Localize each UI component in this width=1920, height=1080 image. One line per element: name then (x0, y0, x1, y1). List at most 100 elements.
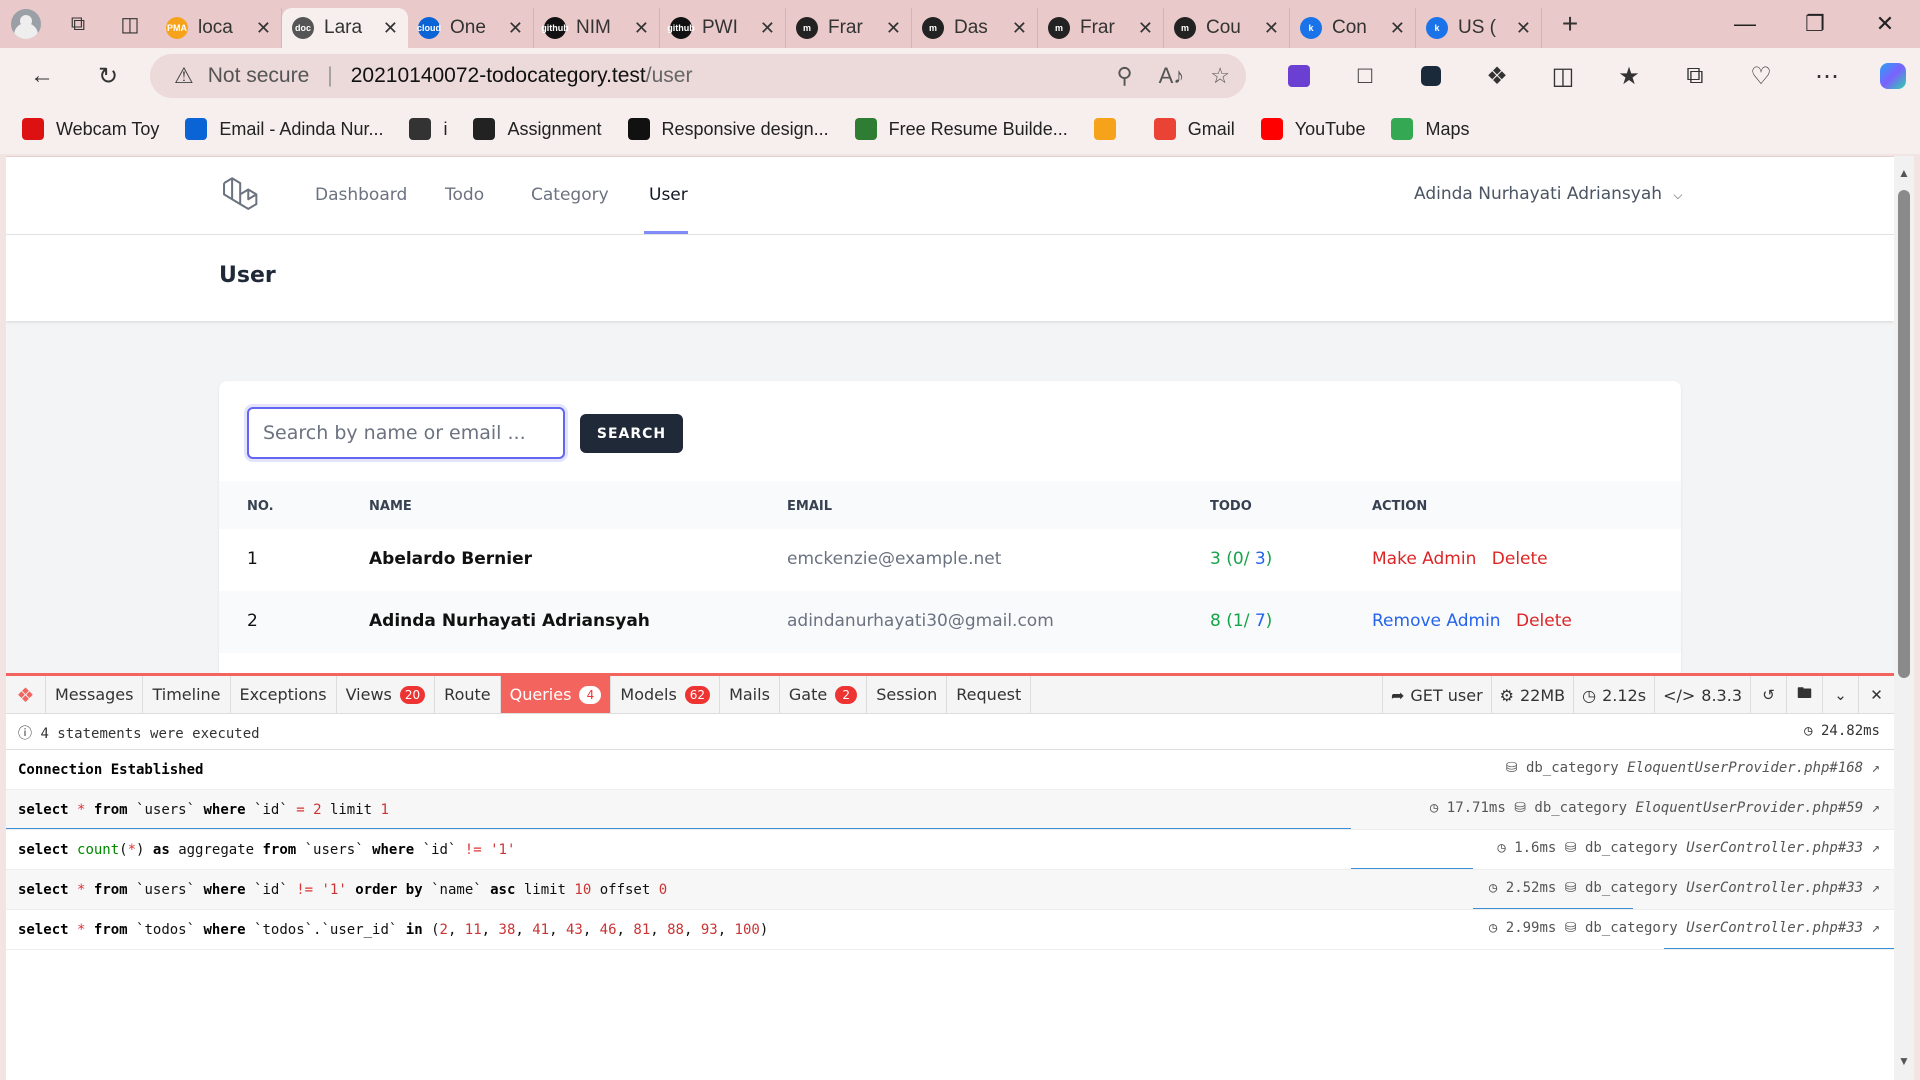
read-aloud-icon[interactable]: A♪ (1159, 63, 1185, 89)
debugbar-logo-icon[interactable]: ❖ (6, 676, 46, 713)
query-row[interactable]: select count(*) as aggregate from `users… (6, 830, 1894, 870)
remove-admin-link[interactable]: Remove Admin (1372, 611, 1501, 631)
bookmark-item[interactable]: YouTube (1260, 118, 1365, 140)
extension-purple-icon[interactable] (1266, 48, 1332, 104)
request-method-item[interactable]: ➦ GET user (1381, 676, 1491, 714)
debugbar-tab-gate[interactable]: Gate 2 (780, 676, 868, 713)
bookmark-item[interactable]: Free Resume Builde... (854, 118, 1068, 140)
debugbar-tab-messages[interactable]: Messages (46, 676, 144, 713)
bookmark-item[interactable] (1093, 118, 1128, 140)
scroll-up-icon[interactable]: ▲ (1898, 166, 1910, 180)
bookmark-item[interactable]: Assignment (473, 118, 602, 140)
external-link-icon[interactable]: ↗ (1872, 840, 1880, 856)
delete-user-link[interactable]: Delete (1516, 611, 1572, 631)
external-link-icon[interactable]: ↗ (1872, 920, 1880, 936)
address-bar[interactable]: ⚠ Not secure | 20210140072-todocategory.… (150, 54, 1246, 98)
nav-user-link[interactable]: User (649, 185, 688, 205)
search-button[interactable]: SEARCH (580, 414, 683, 453)
browser-tab[interactable]: PMA loca ✕ (156, 8, 282, 48)
query-source[interactable]: UserController.php#33 (1686, 840, 1863, 856)
tab-close-icon[interactable]: ✕ (1138, 18, 1153, 39)
external-link-icon[interactable]: ↗ (1872, 800, 1880, 816)
reload-icon[interactable]: ↻ (80, 48, 136, 104)
profile-button[interactable] (0, 0, 52, 48)
debugbar-tab-timeline[interactable]: Timeline (143, 676, 231, 713)
open-folder-icon[interactable]: 🖿 (1786, 676, 1822, 714)
user-menu-dropdown[interactable]: Adinda Nurhayati Adriansyah ⌵ (1414, 184, 1683, 204)
nav-todo-link[interactable]: Todo (445, 185, 484, 205)
collections-icon[interactable]: ⧉ (1662, 48, 1728, 104)
bookmark-item[interactable]: Maps (1391, 118, 1469, 140)
tab-close-icon[interactable]: ✕ (1264, 18, 1279, 39)
tab-close-icon[interactable]: ✕ (760, 18, 775, 39)
query-row[interactable]: select * from `users` where `id` = 2 lim… (6, 790, 1894, 830)
minimize-panel-icon[interactable]: ⌄ (1822, 676, 1858, 714)
back-icon[interactable]: ← (14, 48, 70, 104)
nav-category-link[interactable]: Category (531, 185, 609, 205)
delete-user-link[interactable]: Delete (1492, 549, 1548, 569)
browser-tab[interactable]: k US (✕ (1416, 8, 1542, 48)
favorites-icon[interactable]: ★ (1596, 48, 1662, 104)
copilot-icon[interactable] (1860, 48, 1920, 104)
extension-doc-icon[interactable]: □ (1332, 48, 1398, 104)
browser-tab[interactable]: github NIM ✕ (534, 8, 660, 48)
time-item[interactable]: ◷ 2.12s (1573, 676, 1654, 714)
tab-close-icon[interactable]: ✕ (256, 18, 271, 39)
extensions-puzzle-icon[interactable]: ❖ (1464, 48, 1530, 104)
bookmark-item[interactable]: Webcam Toy (22, 118, 159, 140)
query-row[interactable]: select * from `todos` where `todos`.`use… (6, 910, 1894, 950)
debugbar-tab-mails[interactable]: Mails (720, 676, 780, 713)
close-panel-icon[interactable]: ✕ (1858, 676, 1894, 714)
external-link-icon[interactable]: ↗ (1872, 760, 1880, 776)
tab-close-icon[interactable]: ✕ (634, 18, 649, 39)
extension-dark-icon[interactable] (1398, 48, 1464, 104)
bookmark-item[interactable]: i (409, 118, 447, 140)
make-admin-link[interactable]: Make Admin (1372, 549, 1476, 569)
bookmark-item[interactable]: Email - Adinda Nur... (185, 118, 383, 140)
history-icon[interactable]: ↺ (1750, 676, 1786, 714)
zoom-icon[interactable]: ⚲ (1116, 63, 1132, 89)
browser-tab[interactable]: m Frar ✕ (786, 8, 912, 48)
debugbar-tab-exceptions[interactable]: Exceptions (231, 676, 337, 713)
close-window-icon[interactable]: ✕ (1850, 0, 1920, 48)
tab-close-icon[interactable]: ✕ (1012, 18, 1027, 39)
query-source[interactable]: EloquentUserProvider.php#59 (1636, 800, 1864, 816)
page-scrollbar[interactable]: ▲ ▼ (1894, 156, 1914, 1080)
new-tab-icon[interactable]: + (1542, 0, 1598, 48)
debugbar-tab-session[interactable]: Session (867, 676, 948, 713)
connection-source[interactable]: EloquentUserProvider.php#168 (1627, 760, 1863, 776)
more-menu-icon[interactable]: ⋯ (1794, 48, 1860, 104)
bookmark-item[interactable]: Gmail (1153, 118, 1235, 140)
bookmark-item[interactable]: Responsive design... (627, 118, 829, 140)
browser-tab[interactable]: cloud One ✕ (408, 8, 534, 48)
browser-tab[interactable]: m Cou ✕ (1164, 8, 1290, 48)
scrollbar-thumb[interactable] (1898, 190, 1910, 678)
tab-close-icon[interactable]: ✕ (886, 18, 901, 39)
tab-close-icon[interactable]: ✕ (1390, 18, 1405, 39)
favorite-star-icon[interactable]: ☆ (1210, 63, 1230, 89)
browser-tab[interactable]: k Con ✕ (1290, 8, 1416, 48)
browser-tab[interactable]: m Frar ✕ (1038, 8, 1164, 48)
search-input[interactable] (247, 407, 565, 459)
restore-icon[interactable]: ❐ (1780, 0, 1850, 48)
query-source[interactable]: UserController.php#33 (1686, 920, 1863, 936)
tab-close-icon[interactable]: ✕ (383, 18, 398, 39)
debugbar-tab-queries[interactable]: Queries 4 (500, 676, 612, 713)
laravel-logo-icon[interactable] (220, 175, 262, 217)
debugbar-tab-views[interactable]: Views 20 (337, 676, 436, 713)
query-row[interactable]: select * from `users` where `id` != '1' … (6, 870, 1894, 910)
browser-essentials-icon[interactable]: ♡ (1728, 48, 1794, 104)
browser-tab[interactable]: github PWI ✕ (660, 8, 786, 48)
vertical-tabs-icon[interactable]: ◫ (104, 0, 156, 48)
tab-close-icon[interactable]: ✕ (1516, 18, 1531, 39)
external-link-icon[interactable]: ↗ (1872, 880, 1880, 896)
browser-tab[interactable]: m Das ✕ (912, 8, 1038, 48)
split-screen-icon[interactable]: ◫ (1530, 48, 1596, 104)
debugbar-tab-request[interactable]: Request (947, 676, 1032, 713)
workspaces-icon[interactable]: ⧉ (52, 0, 104, 48)
debugbar-tab-models[interactable]: Models 62 (611, 676, 721, 713)
query-source[interactable]: UserController.php#33 (1686, 880, 1863, 896)
browser-tab[interactable]: doc Lara ✕ (282, 8, 408, 48)
scroll-down-icon[interactable]: ▼ (1898, 1054, 1910, 1068)
nav-dashboard-link[interactable]: Dashboard (315, 185, 407, 205)
